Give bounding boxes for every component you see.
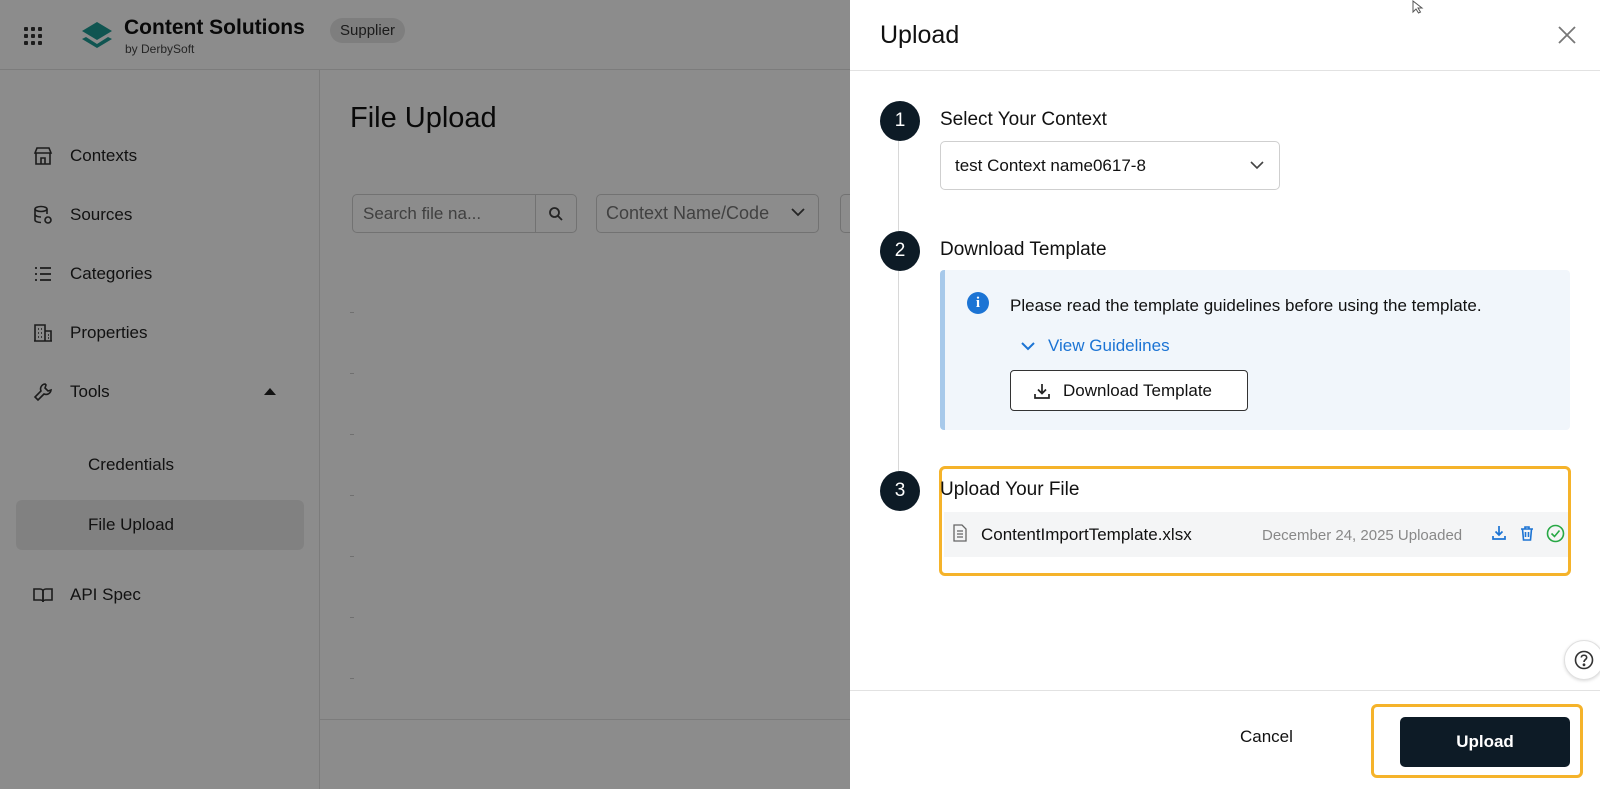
trash-icon <box>1521 526 1533 541</box>
help-icon <box>1574 650 1594 670</box>
cancel-button[interactable]: Cancel <box>1240 727 1293 747</box>
step-title: Upload Your File <box>940 479 1080 500</box>
step-number: 3 <box>880 471 920 511</box>
upload-drawer: Upload 1 Select Your Context test Contex… <box>850 0 1600 789</box>
close-button[interactable] <box>1556 24 1578 46</box>
step-title: Download Template <box>940 239 1107 260</box>
info-text: Please read the template guidelines befo… <box>1010 296 1482 315</box>
download-template-button[interactable]: Download Template <box>1010 370 1248 411</box>
upload-button[interactable]: Upload <box>1400 717 1570 767</box>
step-number: 1 <box>880 101 920 141</box>
uploaded-file-row: ContentImportTemplate.xlsx December 24, … <box>944 512 1568 557</box>
drawer-header: Upload <box>850 0 1600 71</box>
upload-success-status <box>1545 523 1565 543</box>
context-select[interactable]: test Context name0617-8 <box>940 141 1280 190</box>
step-title: Select Your Context <box>940 109 1107 130</box>
download-template-label: Download Template <box>1063 380 1212 400</box>
mouse-cursor-icon <box>1412 0 1424 14</box>
document-icon <box>953 524 967 542</box>
file-name: ContentImportTemplate.xlsx <box>981 525 1192 544</box>
help-button[interactable] <box>1564 640 1600 680</box>
file-upload-date: December 24, 2025 Uploaded <box>1262 527 1463 544</box>
download-file-button[interactable] <box>1489 523 1509 543</box>
view-guidelines-label: View Guidelines <box>1048 336 1170 355</box>
guidelines-info-box: i Please read the template guidelines be… <box>940 270 1570 430</box>
chevron-down-icon <box>1250 161 1264 170</box>
view-guidelines-link[interactable]: View Guidelines <box>1020 336 1170 356</box>
download-icon <box>1492 526 1506 540</box>
delete-file-button[interactable] <box>1517 523 1537 543</box>
info-icon: i <box>967 292 989 314</box>
context-select-value: test Context name0617-8 <box>955 156 1146 175</box>
download-icon <box>1033 382 1051 400</box>
drawer-footer: Cancel Upload <box>850 690 1600 789</box>
step-connector <box>898 138 899 478</box>
chevron-down-icon <box>1021 342 1035 351</box>
close-icon <box>1558 26 1576 44</box>
step-number: 2 <box>880 231 920 271</box>
drawer-title: Upload <box>880 21 960 49</box>
check-circle-icon <box>1546 524 1564 542</box>
